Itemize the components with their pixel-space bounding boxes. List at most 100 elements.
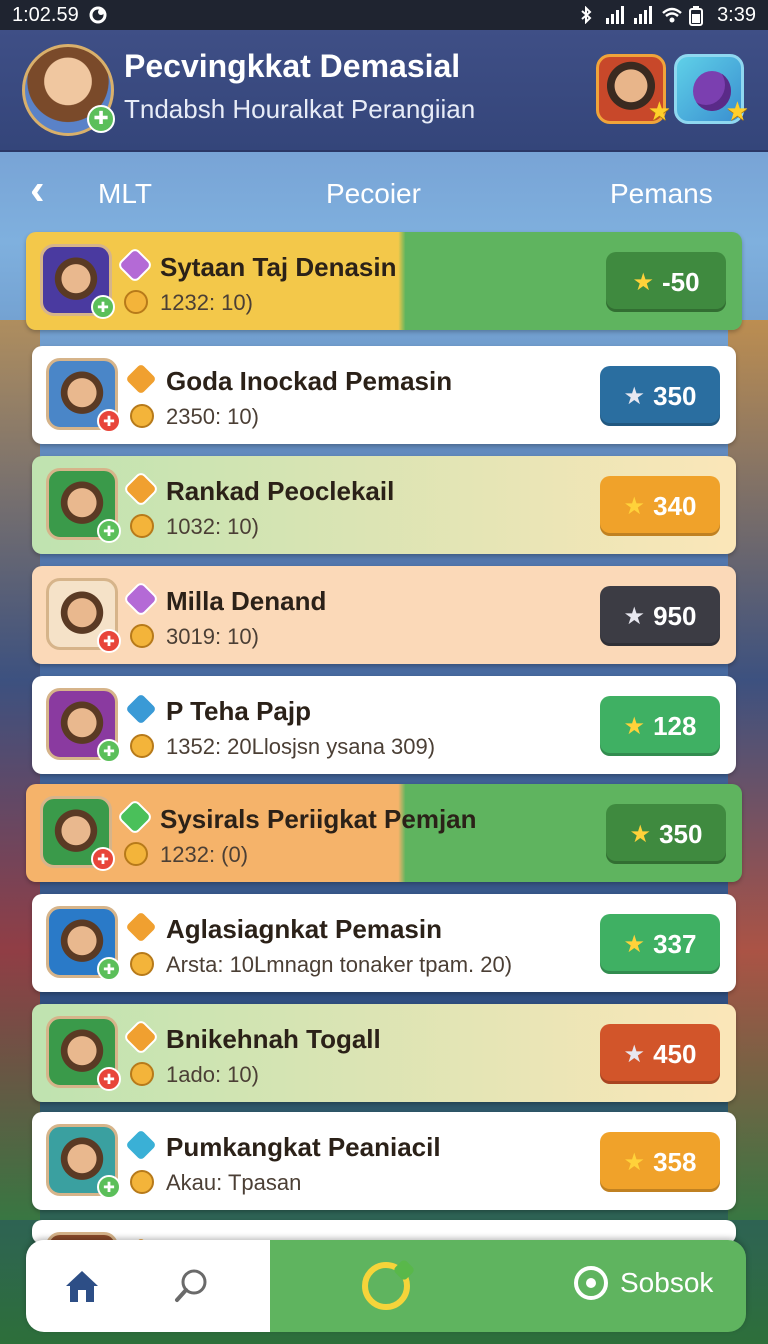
player-avatar: ✚ — [46, 1124, 121, 1199]
monster-avatar-button[interactable]: ★ — [674, 54, 749, 126]
player-stat: 1032: 10) — [166, 514, 259, 539]
settings-badge-icon: ✚ — [87, 105, 115, 133]
star-icon: ★ — [647, 96, 671, 126]
leaderboard-row[interactable]: ✚ Milla Denand 3019: 10) ★ 950 — [32, 566, 736, 664]
star-icon: ★ — [623, 1040, 646, 1068]
leaderboard-row[interactable]: ✚ Goda Inockad Pemasin 2350: 10) ★ 350 — [32, 346, 736, 444]
sync-icon — [89, 6, 107, 24]
tab-pemans[interactable]: Pemans — [610, 178, 713, 210]
avatar-badge-icon: ✚ — [91, 847, 115, 871]
score-badge[interactable]: ★ 128 — [600, 696, 720, 756]
coin-icon — [130, 1170, 154, 1194]
player-avatar: ✚ — [46, 1016, 121, 1091]
player-avatar: ✚ — [40, 244, 115, 319]
status-time-left: 1:02.59 — [12, 3, 79, 26]
coin-icon — [130, 1062, 154, 1086]
player-name: P Teha Pajp — [166, 696, 311, 726]
score-value: -50 — [661, 266, 700, 297]
score-value: 128 — [653, 710, 697, 741]
sobsok-label: Sobsok — [620, 1267, 714, 1298]
score-value: 950 — [653, 600, 697, 631]
leaderboard-row[interactable]: ✚ Pumkangkat Peaniacil Akau: Tpasan ★ 358 — [32, 1112, 736, 1210]
coin-icon — [130, 514, 154, 538]
leaderboard-row[interactable]: ✚ P Teha Pajp 1352: 20Llosjsn ysana 309) ★ 1… — [32, 676, 736, 774]
score-badge[interactable]: ★ 340 — [600, 476, 720, 536]
score-badge[interactable]: ★ -50 — [606, 252, 726, 312]
leaderboard-row[interactable]: ✚ Aglasiagnkat Pemasin Arsta: 10Lmnagn ton… — [32, 894, 736, 992]
coin-icon — [130, 624, 154, 648]
wifi-icon — [661, 6, 682, 24]
signal-2-icon — [633, 6, 653, 24]
friend-avatar-button[interactable]: ★ — [596, 54, 671, 126]
score-badge[interactable]: ★ 950 — [600, 586, 720, 646]
player-stat: 1232: (0) — [160, 842, 249, 867]
star-icon: ★ — [623, 602, 646, 630]
player-avatar: ✚ — [46, 578, 121, 653]
leaderboard-row[interactable]: ✚ Sytaan Taj Denasin 1232: 10) ★ -50 — [26, 232, 742, 330]
coin-icon — [124, 290, 148, 314]
tab-pecoier[interactable]: Pecoier — [326, 178, 421, 210]
player-stat: 1352: 20Llosjsn ysana 309) — [166, 734, 436, 759]
player-name: Milla Denand — [166, 586, 327, 616]
star-icon: ★ — [632, 268, 654, 296]
page-subtitle: Tndabsh Houralkat Perangiian — [124, 94, 476, 124]
avatar-badge-icon: ✚ — [97, 1175, 121, 1199]
player-name: Rankad Peoclekail — [166, 476, 395, 506]
search-icon[interactable] — [172, 1266, 212, 1306]
home-icon[interactable] — [62, 1266, 102, 1306]
chat-icon — [574, 1266, 608, 1300]
leaderboard-list: ✚ Sytaan Taj Denasin 1232: 10) ★ -50 ✚ Goda In… — [26, 232, 742, 1252]
bluetooth-icon — [577, 5, 595, 25]
battery-icon — [689, 6, 707, 26]
status-bar: 1:02.59 3:39 — [0, 0, 768, 30]
player-avatar: ✚ — [46, 906, 121, 981]
star-icon: ★ — [623, 382, 646, 410]
avatar-badge-icon: ✚ — [91, 295, 115, 319]
player-name: Pumkangkat Peaniacil — [166, 1132, 441, 1162]
tab-nav: ‹ MLT Pecoier Pemans — [0, 152, 768, 232]
star-icon: ★ — [623, 930, 646, 958]
refresh-icon[interactable] — [362, 1262, 410, 1310]
tab-mlt[interactable]: MLT — [98, 178, 152, 210]
star-icon: ★ — [629, 820, 652, 848]
avatar-badge-icon: ✚ — [97, 739, 121, 763]
profile-avatar[interactable]: ✚ — [22, 44, 115, 136]
score-badge[interactable]: ★ 337 — [600, 914, 720, 974]
avatar-badge-icon: ✚ — [97, 519, 121, 543]
leaderboard-row[interactable]: ✚ Bnikehnah Togall 1ado: 10) ★ 450 — [32, 1004, 736, 1102]
score-badge[interactable]: ★ 358 — [600, 1132, 720, 1192]
player-name: Bnikehnah Togall — [166, 1024, 381, 1054]
score-badge[interactable]: ★ 350 — [600, 366, 720, 426]
player-name: Sysirals Periigkat Pemjan — [160, 804, 477, 834]
coin-icon — [124, 842, 148, 866]
star-icon: ★ — [623, 1148, 646, 1176]
avatar-badge-icon: ✚ — [97, 629, 121, 653]
sobsok-button[interactable]: Sobsok — [574, 1266, 713, 1300]
star-icon: ★ — [623, 492, 646, 520]
star-icon: ★ — [725, 96, 749, 126]
player-avatar: ✚ — [40, 796, 115, 871]
avatar-badge-icon: ✚ — [97, 409, 121, 433]
player-stat: Akau: Tpasan — [166, 1170, 302, 1195]
player-avatar: ✚ — [46, 358, 121, 433]
score-value: 337 — [653, 928, 697, 959]
leaderboard-row[interactable]: ✚ Rankad Peoclekail 1032: 10) ★ 340 — [32, 456, 736, 554]
leaderboard-row[interactable]: ✚ Sysirals Periigkat Pemjan 1232: (0) ★ 350 — [26, 784, 742, 882]
score-value: 358 — [653, 1146, 697, 1177]
player-stat: 2350: 10) — [166, 404, 259, 429]
score-badge[interactable]: ★ 350 — [606, 804, 726, 864]
player-avatar: ✚ — [46, 468, 121, 543]
player-avatar: ✚ — [46, 688, 121, 763]
coin-icon — [130, 404, 154, 428]
player-stat: Arsta: 10Lmnagn tonaker tpam. 20) — [166, 952, 513, 977]
back-chevron-icon[interactable]: ‹ — [30, 168, 64, 214]
star-icon: ★ — [623, 712, 646, 740]
page-title: Pecvingkkat Demasial — [124, 48, 461, 84]
avatar-badge-icon: ✚ — [97, 1067, 121, 1091]
status-time-right: 3:39 — [717, 3, 756, 26]
player-name: Sytaan Taj Denasin — [160, 252, 397, 282]
score-badge[interactable]: ★ 450 — [600, 1024, 720, 1084]
score-value: 450 — [653, 1038, 697, 1069]
player-stat: 1ado: 10) — [166, 1062, 259, 1087]
score-value: 340 — [653, 490, 697, 521]
